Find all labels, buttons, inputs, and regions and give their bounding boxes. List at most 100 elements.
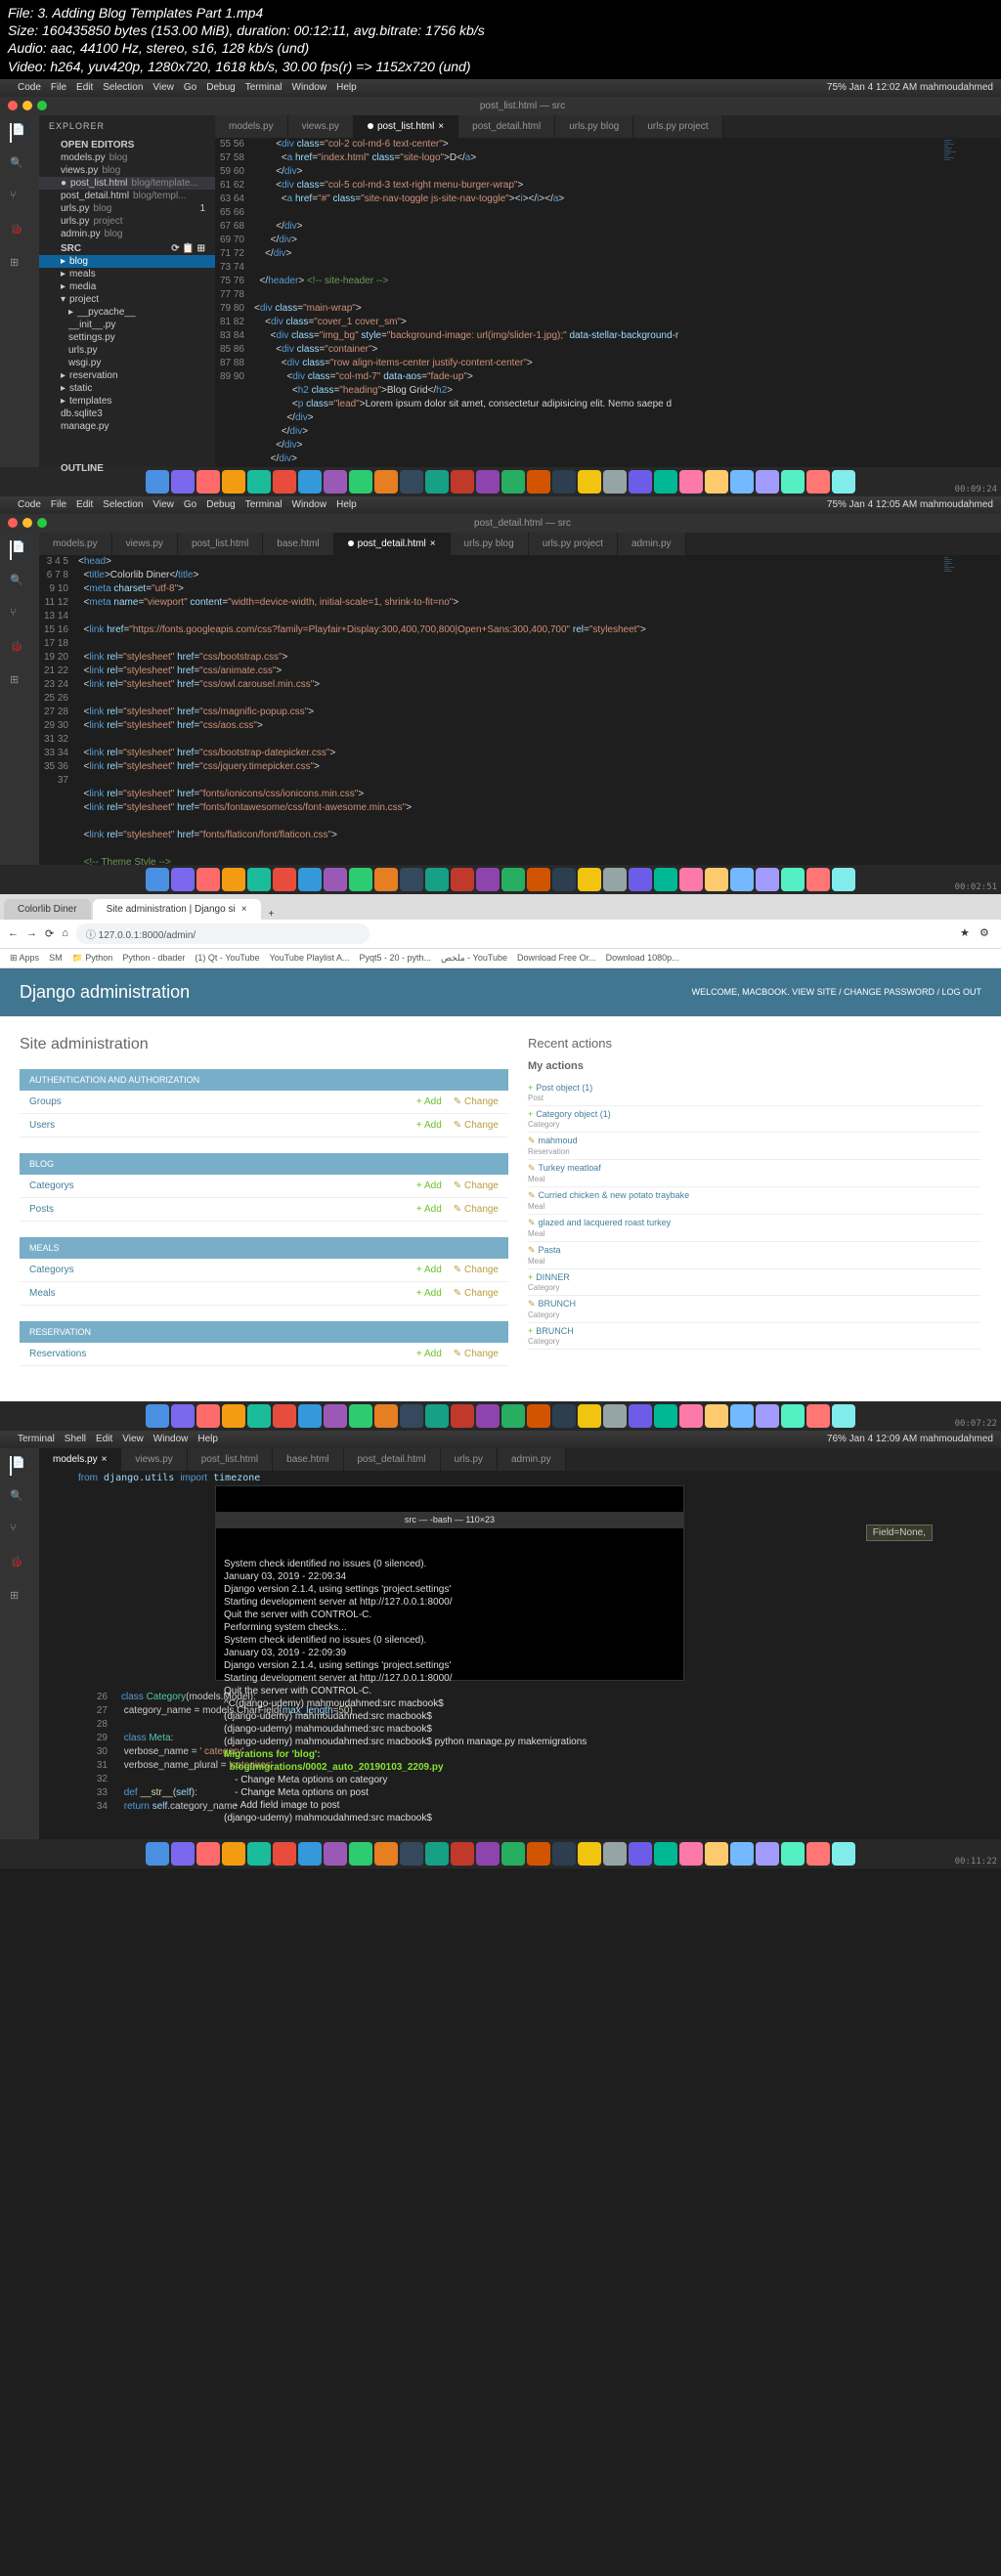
dock-app-icon[interactable] <box>806 1842 830 1866</box>
action-item[interactable]: ✎glazed and lacquered roast turkeyMeal <box>528 1215 981 1242</box>
tree-item[interactable]: ▸ templates <box>39 395 215 408</box>
dock-app-icon[interactable] <box>171 1842 195 1866</box>
bookmark[interactable]: Download 1080p... <box>606 953 679 964</box>
dock-app-icon[interactable] <box>832 868 855 891</box>
editor-item[interactable]: urls.py blog1 <box>39 202 215 215</box>
dock-app-icon[interactable] <box>501 868 525 891</box>
dock-app-icon[interactable] <box>527 1404 550 1428</box>
new-tab-button[interactable]: + <box>263 909 281 920</box>
dock-app-icon[interactable] <box>146 470 169 494</box>
browser-tab[interactable]: Colorlib Diner <box>4 899 91 920</box>
dock-app-icon[interactable] <box>501 470 525 494</box>
dock-app-icon[interactable] <box>654 1404 677 1428</box>
dock-app-icon[interactable] <box>730 1842 754 1866</box>
dock-app-icon[interactable] <box>527 868 550 891</box>
add-link[interactable]: Add <box>416 1265 442 1275</box>
add-link[interactable]: Add <box>416 1181 442 1191</box>
minimize-icon[interactable] <box>22 101 32 110</box>
bookmark[interactable]: ملخص - YouTube <box>441 953 507 964</box>
dock-app-icon[interactable] <box>374 868 398 891</box>
model-link[interactable]: Posts <box>29 1204 416 1215</box>
close-icon[interactable] <box>8 518 18 528</box>
dock-app-icon[interactable] <box>451 868 474 891</box>
dock-app-icon[interactable] <box>501 1404 525 1428</box>
tab[interactable]: models.py × <box>39 1448 121 1471</box>
dock-app-icon[interactable] <box>222 868 245 891</box>
dock-app-icon[interactable] <box>324 868 347 891</box>
dock-app-icon[interactable] <box>196 470 220 494</box>
dock-app-icon[interactable] <box>552 470 576 494</box>
bookmark[interactable]: Python - dbader <box>122 953 185 964</box>
dock-app-icon[interactable] <box>146 1404 169 1428</box>
change-link[interactable]: Change <box>454 1120 499 1131</box>
action-item[interactable]: +BRUNCHCategory <box>528 1323 981 1350</box>
editor-item[interactable]: ● post_list.html blog/template... <box>39 177 215 190</box>
debug-icon[interactable]: 🐞 <box>10 223 29 242</box>
extensions-icon[interactable]: ⊞ <box>10 1589 29 1609</box>
dock-app-icon[interactable] <box>679 470 703 494</box>
tree-item[interactable]: ▸ blog <box>39 255 215 268</box>
tab[interactable]: views.py <box>288 115 354 138</box>
dock-app-icon[interactable] <box>629 470 652 494</box>
bookmark[interactable]: Pyqt5 - 20 - pyth... <box>359 953 431 964</box>
dock-app-icon[interactable] <box>552 1404 576 1428</box>
maximize-icon[interactable] <box>37 101 47 110</box>
tab[interactable]: post_list.html × <box>354 115 458 138</box>
dock-app-icon[interactable] <box>679 1842 703 1866</box>
dock-app-icon[interactable] <box>781 470 805 494</box>
dock-app-icon[interactable] <box>400 1404 423 1428</box>
dock-app-icon[interactable] <box>603 1404 627 1428</box>
bookmark[interactable]: YouTube Playlist A... <box>270 953 350 964</box>
action-item[interactable]: ✎mahmoudReservation <box>528 1133 981 1160</box>
editor-item[interactable]: post_detail.html blog/templ... <box>39 190 215 202</box>
add-link[interactable]: Add <box>416 1204 442 1215</box>
tab[interactable]: post_detail.html <box>344 1448 441 1471</box>
minimap[interactable]: ▬▬▬▬▬▬▬▬▬▬▬▬▬▬▬▬▬▬▬▬▬▬▬▬▬▬▬▬▬▬▬▬▬▬▬▬▬▬▬▬ <box>942 138 1001 467</box>
dock-app-icon[interactable] <box>730 1404 754 1428</box>
minimap[interactable]: ▬▬▬▬▬▬▬▬▬▬▬▬▬▬▬▬▬▬▬▬▬▬▬▬▬▬▬ <box>942 555 1001 865</box>
dock-app-icon[interactable] <box>273 470 296 494</box>
dock-app-icon[interactable] <box>654 868 677 891</box>
dock-app-icon[interactable] <box>273 868 296 891</box>
dock-app-icon[interactable] <box>324 470 347 494</box>
model-link[interactable]: Reservations <box>29 1349 416 1359</box>
tree-item[interactable]: ▸ static <box>39 382 215 395</box>
dock-app-icon[interactable] <box>705 1404 728 1428</box>
extensions-icon[interactable]: ⊞ <box>10 673 29 693</box>
dock-app-icon[interactable] <box>324 1404 347 1428</box>
dock-app-icon[interactable] <box>349 1404 372 1428</box>
dock-app-icon[interactable] <box>349 868 372 891</box>
dock-app-icon[interactable] <box>832 1404 855 1428</box>
tab[interactable]: base.html <box>263 533 333 555</box>
model-link[interactable]: Categorys <box>29 1265 416 1275</box>
search-icon[interactable]: 🔍 <box>10 574 29 593</box>
dock-app-icon[interactable] <box>196 868 220 891</box>
dock-app-icon[interactable] <box>400 868 423 891</box>
code-editor[interactable]: 3 4 5 6 7 8 9 10 11 12 13 14 15 16 17 18… <box>39 555 1001 865</box>
tree-item[interactable]: __init__.py <box>39 319 215 331</box>
dock-app-icon[interactable] <box>247 470 271 494</box>
dock-app-icon[interactable] <box>832 1842 855 1866</box>
tab[interactable]: urls.py blog <box>451 533 529 555</box>
action-item[interactable]: ✎Curried chicken & new potato traybakeMe… <box>528 1187 981 1215</box>
dock-app-icon[interactable] <box>603 470 627 494</box>
tree-item[interactable]: ▸ media <box>39 280 215 293</box>
editor-item[interactable]: models.py blog <box>39 151 215 164</box>
action-item[interactable]: ✎Turkey meatloafMeal <box>528 1160 981 1187</box>
dock-app-icon[interactable] <box>476 868 500 891</box>
tab[interactable]: urls.py project <box>529 533 618 555</box>
debug-icon[interactable]: 🐞 <box>10 640 29 660</box>
dock-app-icon[interactable] <box>273 1404 296 1428</box>
dock-app-icon[interactable] <box>171 868 195 891</box>
dock-app-icon[interactable] <box>806 868 830 891</box>
search-icon[interactable]: 🔍 <box>10 1489 29 1509</box>
add-link[interactable]: Add <box>416 1120 442 1131</box>
dock-app-icon[interactable] <box>146 868 169 891</box>
code-editor[interactable]: 55 56 57 58 59 60 61 62 63 64 65 66 67 6… <box>215 138 1001 467</box>
dock-app-icon[interactable] <box>756 1842 779 1866</box>
dock-app-icon[interactable] <box>756 1404 779 1428</box>
tab[interactable]: post_list.html <box>178 533 263 555</box>
bookmark[interactable]: ⊞ Apps <box>10 953 39 964</box>
dock-app-icon[interactable] <box>578 868 601 891</box>
action-item[interactable]: +DINNERCategory <box>528 1269 981 1296</box>
